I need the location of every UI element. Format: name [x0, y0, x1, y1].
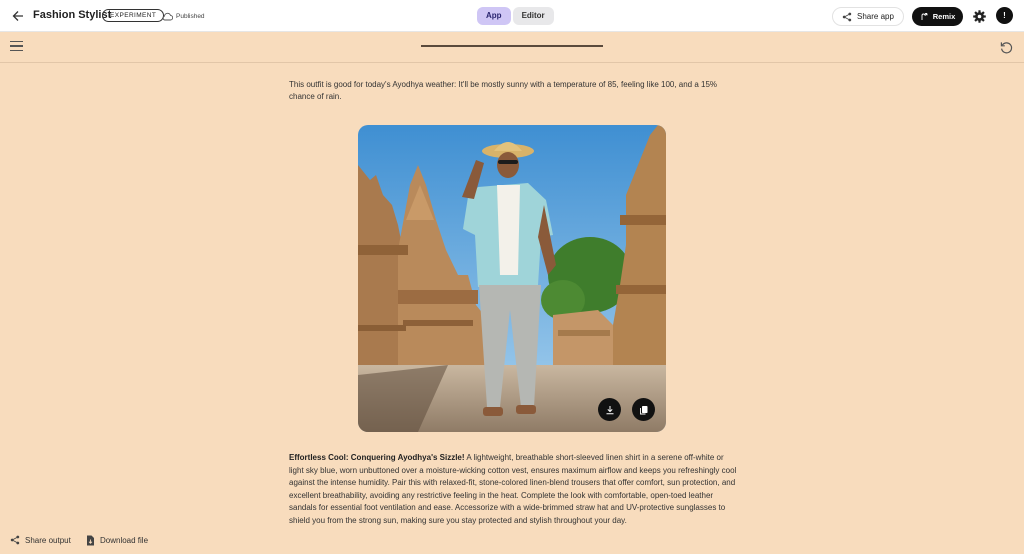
download-image-button[interactable]: [598, 398, 621, 421]
back-arrow-icon[interactable]: [8, 6, 28, 26]
download-file-button[interactable]: Download file: [86, 534, 148, 546]
gear-icon[interactable]: [972, 9, 987, 24]
app-toolbar: [0, 32, 1024, 63]
refresh-icon[interactable]: [999, 40, 1014, 55]
weather-summary: This outfit is good for today's Ayodhya …: [289, 80, 718, 101]
remix-label: Remix: [932, 12, 956, 21]
share-output-label: Share output: [25, 535, 71, 545]
share-icon: [842, 12, 852, 21]
app-title: Fashion Stylist: [33, 9, 112, 21]
progress-bar-fill: [421, 45, 603, 47]
outfit-image: [358, 125, 666, 432]
download-file-label: Download file: [100, 535, 149, 545]
published-status: Published: [162, 10, 205, 22]
avatar[interactable]: !: [996, 7, 1013, 24]
share-output-button[interactable]: Share output: [10, 534, 71, 546]
published-label: Published: [176, 12, 205, 20]
share-app-button[interactable]: Share app: [832, 7, 904, 26]
remix-icon: [921, 13, 928, 20]
outfit-description-title: Effortless Cool: Conquering Ayodhya's Si…: [289, 453, 465, 462]
cloud-done-icon: [162, 12, 173, 20]
copy-icon: [639, 405, 647, 414]
view-toggle: App Editor: [477, 7, 554, 25]
experiment-badge: EXPERIMENT: [102, 9, 165, 22]
share-app-label: Share app: [857, 12, 894, 21]
tab-app[interactable]: App: [477, 7, 511, 25]
top-app-bar: Fashion Stylist EXPERIMENT Published App…: [0, 0, 1024, 32]
hamburger-menu-icon[interactable]: [10, 41, 24, 53]
outfit-description: Effortless Cool: Conquering Ayodhya's Si…: [289, 452, 739, 527]
outfit-description-body: A lightweight, breathable short-sleeved …: [289, 453, 737, 525]
copy-image-button[interactable]: [632, 398, 655, 421]
file-download-icon: [87, 535, 94, 545]
progress-bar: [421, 45, 603, 47]
remix-button[interactable]: Remix: [912, 7, 963, 26]
tab-editor[interactable]: Editor: [512, 7, 554, 25]
share-icon: [10, 535, 20, 545]
download-icon: [606, 405, 613, 414]
